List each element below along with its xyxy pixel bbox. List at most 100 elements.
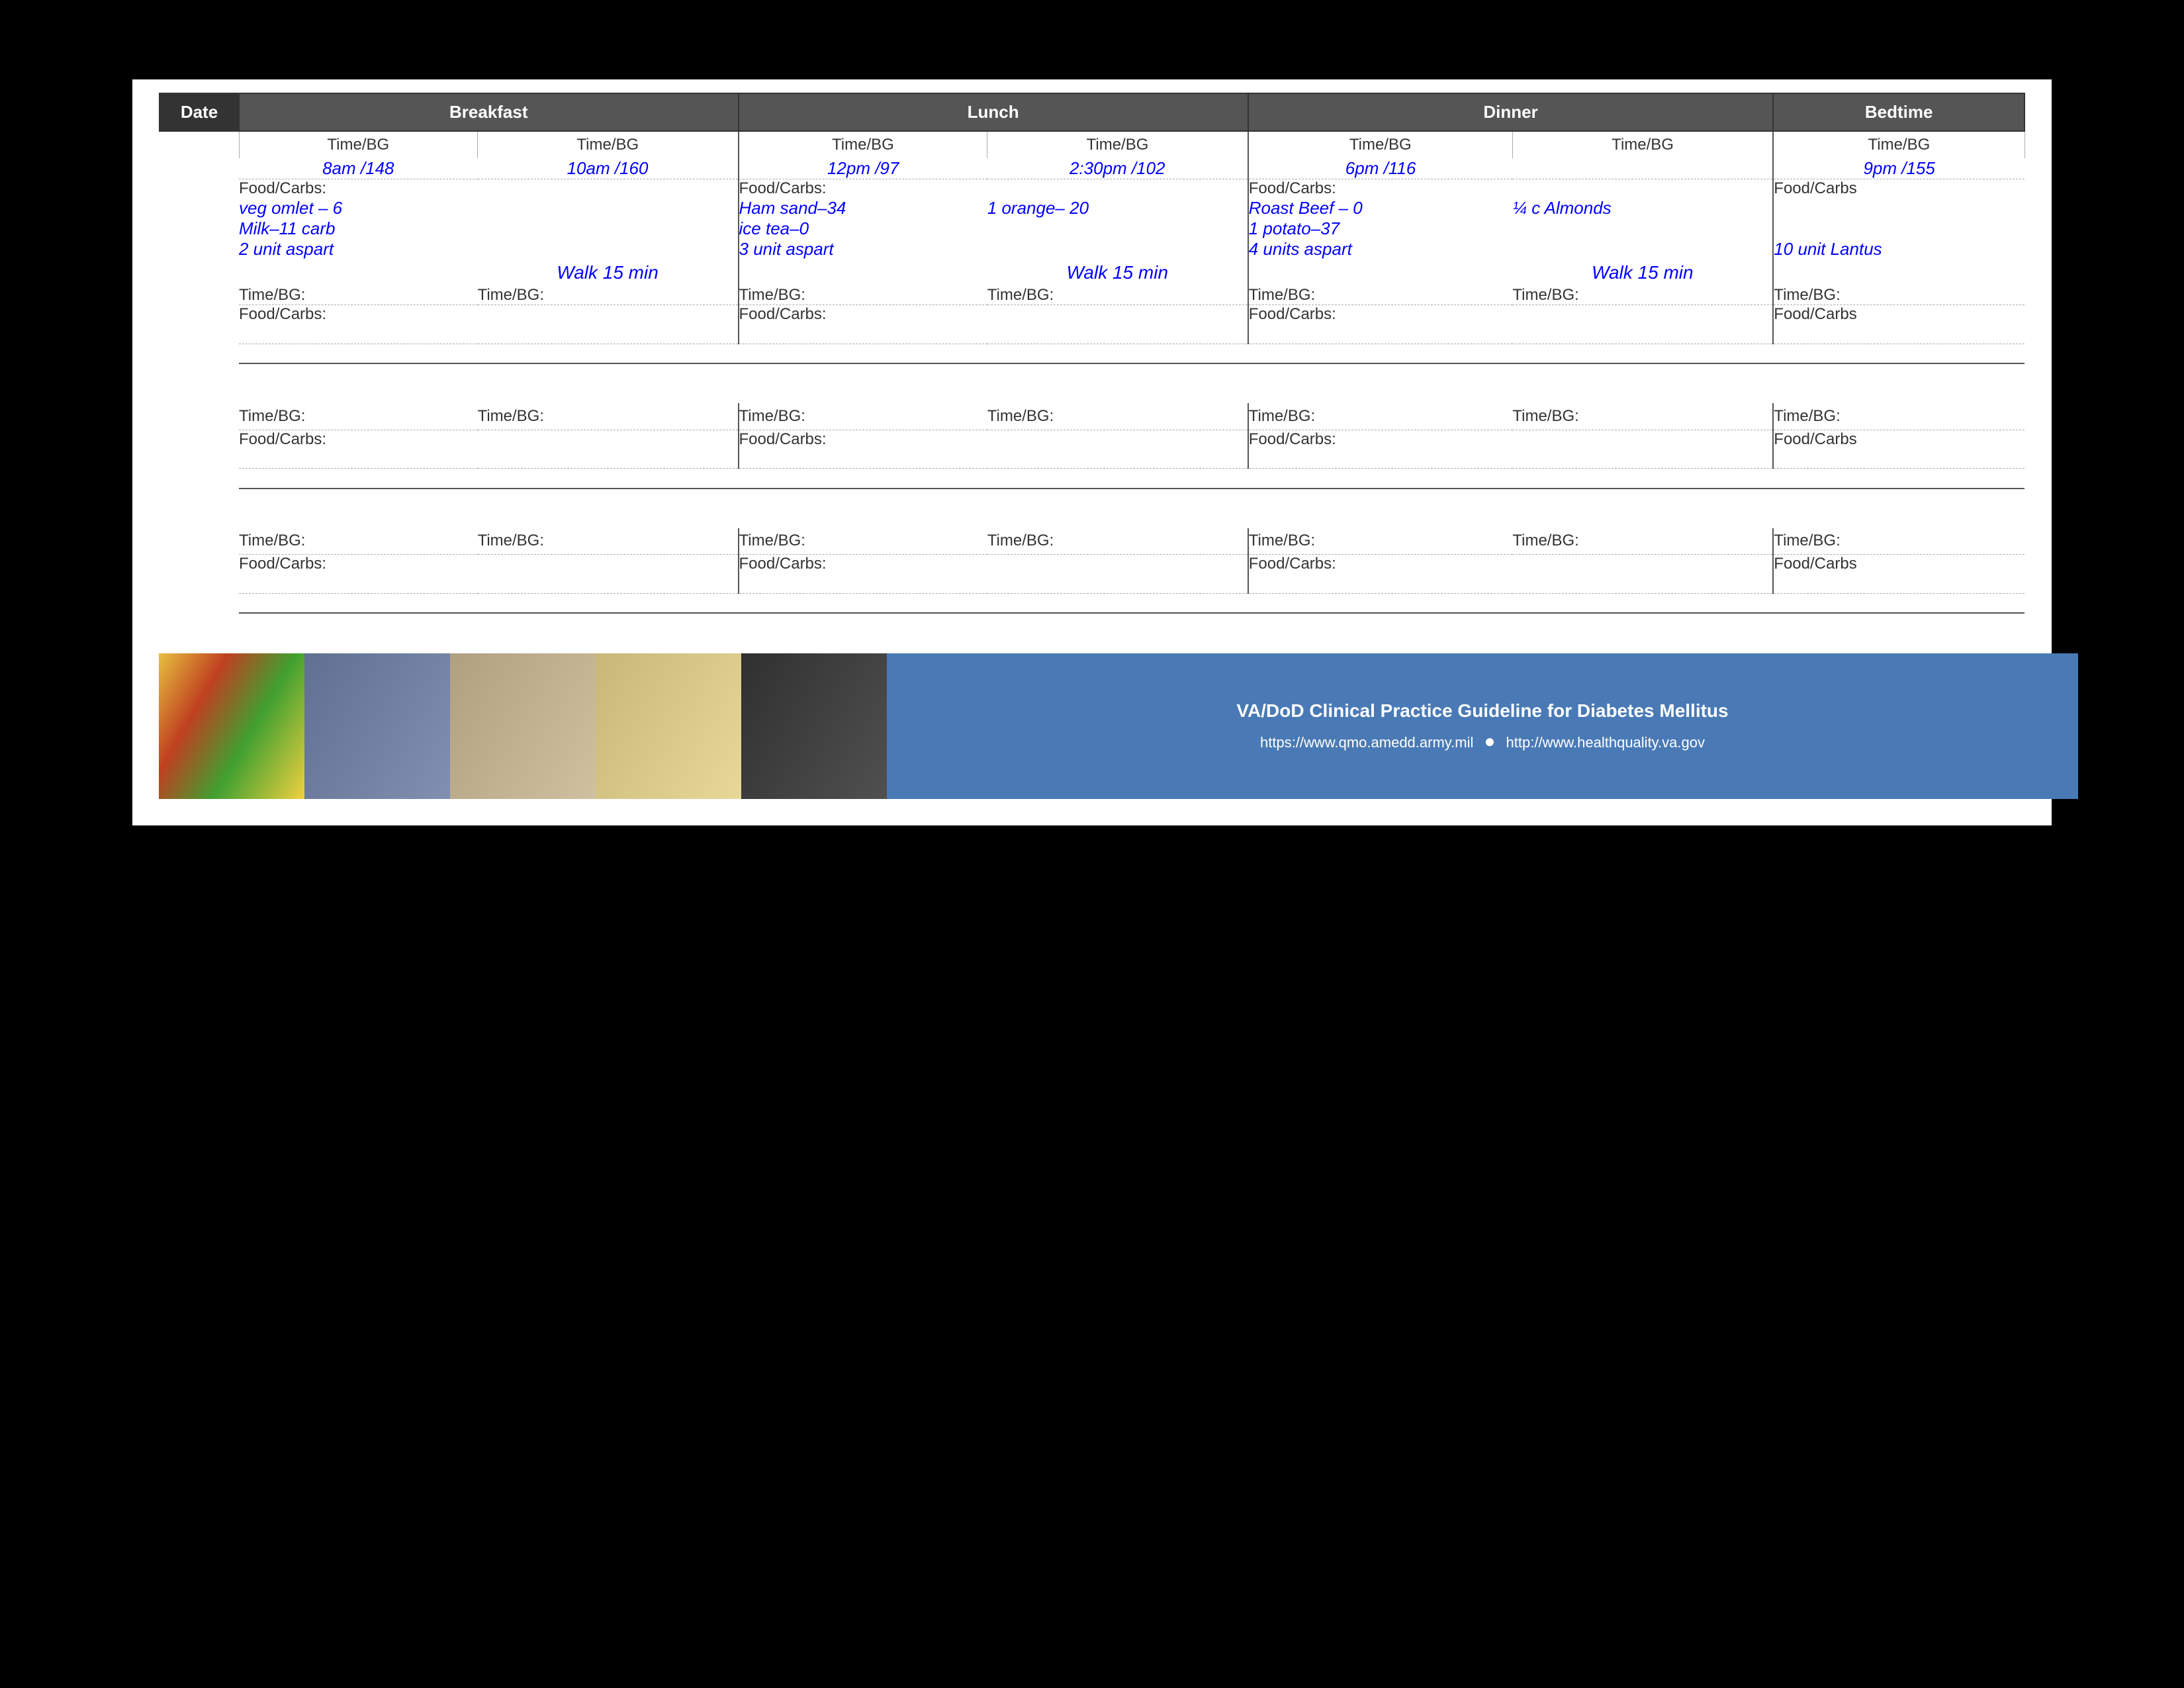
day1-walk-empty4 xyxy=(1773,259,2025,286)
time-bg-sub-2: Time/BG xyxy=(478,131,739,158)
day1-t2-tb7: Time/BG: xyxy=(1773,286,2025,305)
day1-t2-tb4: Time/BG: xyxy=(987,286,1248,305)
day1-t2-tb1: Time/BG: xyxy=(239,286,478,305)
day1-date-fc xyxy=(159,179,239,199)
day2-tb2: Time/BG: xyxy=(478,403,739,430)
device-image xyxy=(741,653,887,799)
day1-food5: ¼ c Almonds xyxy=(1512,198,1773,218)
day3-tb6: Time/BG: xyxy=(1512,528,1773,555)
time-bg-sub-4: Time/BG xyxy=(987,131,1248,158)
day1-empty2 xyxy=(159,218,239,239)
day2-tb5: Time/BG: xyxy=(1248,403,1513,430)
day1-fl2-2: Food/Carbs: xyxy=(739,305,1248,324)
time-bg-sub-3: Time/BG xyxy=(739,131,987,158)
day2-date xyxy=(159,403,239,430)
food-image xyxy=(159,653,304,799)
subheader-row: Time/BG Time/BG Time/BG Time/BG Time/BG … xyxy=(159,131,2025,158)
footer-url1: https://www.qmo.amedd.army.mil xyxy=(1260,734,1473,751)
day1-insulin4: 10 unit Lantus xyxy=(1773,239,2025,259)
day1-t2-tb5: Time/BG: xyxy=(1248,286,1513,305)
day1-empty-line1 xyxy=(159,324,2025,344)
day1-t2-date xyxy=(159,286,239,305)
day2-tb7: Time/BG: xyxy=(1773,403,2025,430)
bedtime-header: Bedtime xyxy=(1773,93,2025,131)
day1-foodlabel-row: Food/Carbs: Food/Carbs: Food/Carbs: Food… xyxy=(159,179,2025,199)
lunch-header: Lunch xyxy=(739,93,1248,131)
footer-images xyxy=(159,653,887,799)
day1-walk3: Walk 15 min xyxy=(1512,259,1773,286)
day3-empty-line1 xyxy=(159,573,2025,593)
day1-empty3 xyxy=(478,218,739,239)
day1-time1: 8am /148 xyxy=(239,158,478,179)
day2-empty-line1 xyxy=(159,449,2025,469)
day1-walk1: Walk 15 min xyxy=(478,259,739,286)
footer-urls: https://www.qmo.amedd.army.mil ● http://… xyxy=(1260,731,1705,752)
day1-time5: 6pm /116 xyxy=(1248,158,1513,179)
day2-empty-line2 xyxy=(159,469,2025,489)
day3-tb7: Time/BG: xyxy=(1773,528,2025,555)
day1-insulin2: 3 unit aspart xyxy=(739,239,987,259)
main-table: Date Breakfast Lunch Dinner Bedtime Time… xyxy=(159,93,2025,614)
day1-food-label-3: Food/Carbs: xyxy=(1248,179,1774,199)
day1-insulin-row: 2 unit aspart 3 unit aspart 4 units aspa… xyxy=(159,239,2025,259)
day1-time6 xyxy=(1512,158,1773,179)
day1-fl2-date xyxy=(159,305,239,324)
spacer1 xyxy=(159,363,2025,403)
day1-walk2: Walk 15 min xyxy=(987,259,1248,286)
day2-tb6: Time/BG: xyxy=(1512,403,1773,430)
day1-ins-empty3 xyxy=(1512,239,1773,259)
day1-food1b xyxy=(478,198,739,218)
dinner-header: Dinner xyxy=(1248,93,1774,131)
day1-food2-row: Milk–11 carb ice tea–0 1 potato–37 xyxy=(159,218,2025,239)
day3-tb4: Time/BG: xyxy=(987,528,1248,555)
day2-tb1: Time/BG: xyxy=(239,403,478,430)
day1-food-label-2: Food/Carbs: xyxy=(739,179,1248,199)
day1-ins-date xyxy=(159,239,239,259)
day2-tb4: Time/BG: xyxy=(987,403,1248,430)
day1-foodlabel2-row: Food/Carbs: Food/Carbs: Food/Carbs: Food… xyxy=(159,305,2025,324)
day1-empty-line2 xyxy=(159,344,2025,363)
paper-image xyxy=(596,653,741,799)
day1-t2-tb3: Time/BG: xyxy=(739,286,987,305)
day1-time4: 2:30pm /102 xyxy=(987,158,1248,179)
day1-walk-row: Walk 15 min Walk 15 min Walk 15 min xyxy=(159,259,2025,286)
day3-timebg-row: Time/BG: Time/BG: Time/BG: Time/BG: Time… xyxy=(159,528,2025,555)
footer-title: VA/DoD Clinical Practice Guideline for D… xyxy=(1236,700,1728,722)
skeleton-image xyxy=(450,653,596,799)
day1-empty xyxy=(159,198,239,218)
day3-empty-line2 xyxy=(159,593,2025,613)
day1-potato: 1 potato–37 xyxy=(1248,218,1513,239)
day1-food5b xyxy=(1773,198,2025,218)
day1-ins-empty2 xyxy=(987,239,1248,259)
date-subheader xyxy=(159,131,239,158)
footer-dot: ● xyxy=(1484,731,1496,751)
spacer2 xyxy=(159,489,2025,528)
day3-tb1: Time/BG: xyxy=(239,528,478,555)
day1-empty6 xyxy=(1773,218,2025,239)
day3-date xyxy=(159,528,239,555)
day1-empty5 xyxy=(1512,218,1773,239)
day1-food-label-4: Food/Carbs xyxy=(1773,179,2025,199)
day1-time2: 10am /160 xyxy=(478,158,739,179)
day1-insulin1: 2 unit aspart xyxy=(239,239,478,259)
breakfast-header: Breakfast xyxy=(239,93,739,131)
day1-food-label-1: Food/Carbs: xyxy=(239,179,739,199)
day3-tb2: Time/BG: xyxy=(478,528,739,555)
day3-tb5: Time/BG: xyxy=(1248,528,1513,555)
day1-fl2-3: Food/Carbs: xyxy=(1248,305,1774,324)
day1-icetea: ice tea–0 xyxy=(739,218,987,239)
day1-insulin3: 4 units aspart xyxy=(1248,239,1513,259)
day1-food1-row: veg omlet – 6 Ham sand–34 1 orange– 20 R… xyxy=(159,198,2025,218)
day1-ins-empty1 xyxy=(478,239,739,259)
day2-tb3: Time/BG: xyxy=(739,403,987,430)
time-bg-sub-1: Time/BG xyxy=(239,131,478,158)
day3-tb3: Time/BG: xyxy=(739,528,987,555)
footer-image-strip xyxy=(159,653,887,799)
day2-foodlabel-row: Food/Carbs: Food/Carbs: Food/Carbs: Food… xyxy=(159,430,2025,449)
footer-url2: http://www.healthquality.va.gov xyxy=(1506,734,1705,751)
walk-image xyxy=(304,653,450,799)
day1-walk-empty1 xyxy=(239,259,478,286)
header-row: Date Breakfast Lunch Dinner Bedtime xyxy=(159,93,2025,131)
day1-timebg2-row: Time/BG: Time/BG: Time/BG: Time/BG: Time… xyxy=(159,286,2025,305)
date-header: Date xyxy=(159,93,239,131)
